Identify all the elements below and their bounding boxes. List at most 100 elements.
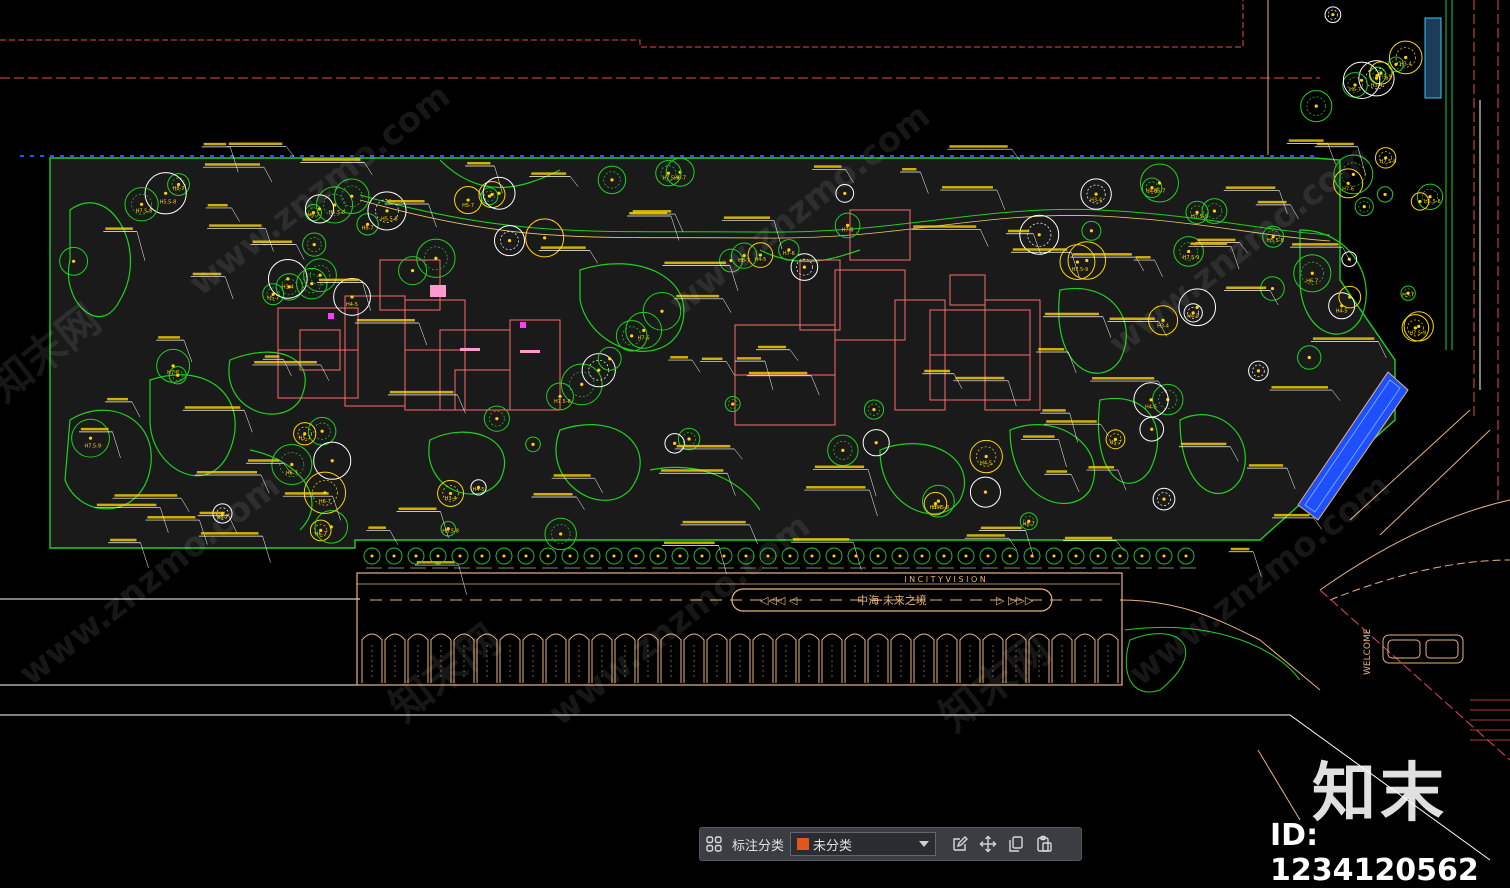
plant-code-label: H5.5-8 xyxy=(381,216,398,222)
plant-code-label: H4-5 xyxy=(473,487,485,493)
tree-symbol xyxy=(1300,90,1333,123)
entry-text: WELCOME xyxy=(1363,628,1373,675)
cad-drawing-canvas[interactable]: H8-7 H5-7 H4-5 H6-7 H3-4 H8-7 H7.5-9 H7.5-8 H7-6… xyxy=(0,0,1510,875)
plant-code-label: H3-4 xyxy=(1157,324,1169,330)
copy-icon[interactable] xyxy=(1002,830,1030,858)
planter-tree xyxy=(605,547,624,569)
leader-callout xyxy=(1228,547,1262,577)
planter-tree xyxy=(891,547,910,569)
planter-tree xyxy=(869,547,888,569)
plant-code-label: H7.5-9 xyxy=(662,176,679,182)
planter-tree xyxy=(1089,547,1108,569)
plant-code-label: H7.5-9 xyxy=(1183,255,1200,261)
chevron-down-icon xyxy=(919,841,930,847)
plant-code-label: H8-7 xyxy=(1023,521,1035,527)
plant-code-label: H3-4 xyxy=(445,496,457,502)
plant-code-label: H5-7 xyxy=(1402,293,1414,299)
grid-icon[interactable] xyxy=(700,830,728,858)
planter-tree xyxy=(539,547,558,569)
plant-code-label: H5-7 xyxy=(267,295,279,301)
plant-code-label: H7-6 xyxy=(842,228,854,234)
plant-code-label: H6-7 xyxy=(1306,279,1318,285)
planter-tree xyxy=(737,547,756,569)
plant-code-label: H7.5-9 xyxy=(1409,331,1426,337)
leader-callout xyxy=(226,142,295,158)
planter-tree xyxy=(627,547,646,569)
paste-icon[interactable] xyxy=(1030,830,1058,858)
tree-symbol xyxy=(1324,6,1342,24)
plant-code-label: H4-5 xyxy=(980,461,992,467)
planter-tree xyxy=(583,547,602,569)
tree-symbol: H5-7 xyxy=(1400,285,1416,301)
planter-tree xyxy=(1067,547,1086,569)
plant-code-label: H5-7 xyxy=(462,203,474,209)
move-icon[interactable] xyxy=(974,830,1002,858)
planter-tree xyxy=(671,547,690,569)
plant-code-label: H6-7 xyxy=(286,471,298,477)
planter-tree xyxy=(715,547,734,569)
plant-code-label: H5-7 xyxy=(299,435,311,441)
category-dropdown[interactable]: 未分类 xyxy=(790,832,937,856)
plant-code-label: H8-7 xyxy=(362,226,374,232)
planter-tree xyxy=(1001,547,1020,569)
planter-tree xyxy=(781,547,800,569)
planter-tree xyxy=(1155,547,1174,569)
plant-code-label: H8-7 xyxy=(738,258,750,264)
plant-code-label: H7-6 xyxy=(167,370,179,376)
planter-tree xyxy=(495,547,514,569)
edit-icon[interactable] xyxy=(946,830,974,858)
plant-code-label: H5-7 xyxy=(1109,440,1121,446)
plant-code-label: H6-7 xyxy=(319,499,331,505)
site-boundary xyxy=(20,155,1396,549)
plant-code-label: H7.5-9 xyxy=(1375,75,1392,81)
planter-tree xyxy=(517,547,536,569)
leader-callout xyxy=(414,561,467,595)
plant-code-label: H3-4 xyxy=(282,285,294,291)
plant-code-label: H4-5 xyxy=(1336,308,1348,314)
plant-code-label: H8-7 xyxy=(216,514,228,520)
roadside-planters xyxy=(363,547,1196,569)
planter-tree xyxy=(803,547,822,569)
planter-tree xyxy=(649,547,668,569)
plant-code-label: H7.5-8 xyxy=(1380,159,1397,165)
planter-tree xyxy=(1133,547,1152,569)
planter-tree xyxy=(1045,547,1064,569)
category-selected-value: 未分类 xyxy=(813,837,853,853)
plant-code-label: H7.5-8 xyxy=(554,399,571,405)
svg-text:▷ ▷▷▷: ▷ ▷▷▷ xyxy=(996,594,1034,607)
planter-tree xyxy=(935,547,954,569)
annotation-toolbar: 标注分类 未分类 xyxy=(699,827,1082,861)
plant-code-label: H5.5-8 xyxy=(932,505,949,511)
planter-tree xyxy=(385,547,404,569)
planter-tree xyxy=(1111,547,1130,569)
category-label: 标注分类 xyxy=(732,837,785,853)
tree-symbol: H6-7 xyxy=(1342,72,1368,98)
tree-symbol: H5.5-8 xyxy=(1416,183,1444,210)
plant-code-label: H7.5-9 xyxy=(1071,267,1088,273)
plant-code-label: H8-7 xyxy=(173,186,185,192)
plant-code-label: H5.5-8 xyxy=(1267,238,1284,244)
planter-tree xyxy=(473,547,492,569)
planter-tree xyxy=(561,547,580,569)
planter-tree xyxy=(693,547,712,569)
planter-tree xyxy=(759,547,778,569)
strip-text: I N C I T Y V I S I O N xyxy=(904,575,986,584)
planter-tree xyxy=(1177,547,1196,569)
plant-code-label: H7.5-9 xyxy=(85,444,102,450)
plant-code-label: H4-5 xyxy=(1187,313,1199,319)
planter-tree xyxy=(363,547,382,569)
plant-code-label: H4-5 xyxy=(1145,404,1157,410)
svg-text:◁◁◁ ◁: ◁◁◁ ◁ xyxy=(760,594,798,607)
planter-tree xyxy=(1023,547,1042,569)
tree-symbol xyxy=(1354,197,1374,217)
plant-code-label: H5-7 xyxy=(1153,189,1165,195)
category-color-swatch xyxy=(797,838,810,850)
plant-code-label: H5.5-8 xyxy=(1424,199,1441,205)
document-id: ID: 1234120562 xyxy=(1270,818,1479,888)
arch-pavers xyxy=(361,633,1119,683)
planter-tree xyxy=(825,547,844,569)
tree-symbol: H7.5-8 xyxy=(1374,147,1397,169)
plaza-sign: 中海·未来之境 xyxy=(857,593,927,607)
plant-code-label: H7-6 xyxy=(783,251,795,257)
plant-code-label: H5.5-8 xyxy=(160,200,177,206)
